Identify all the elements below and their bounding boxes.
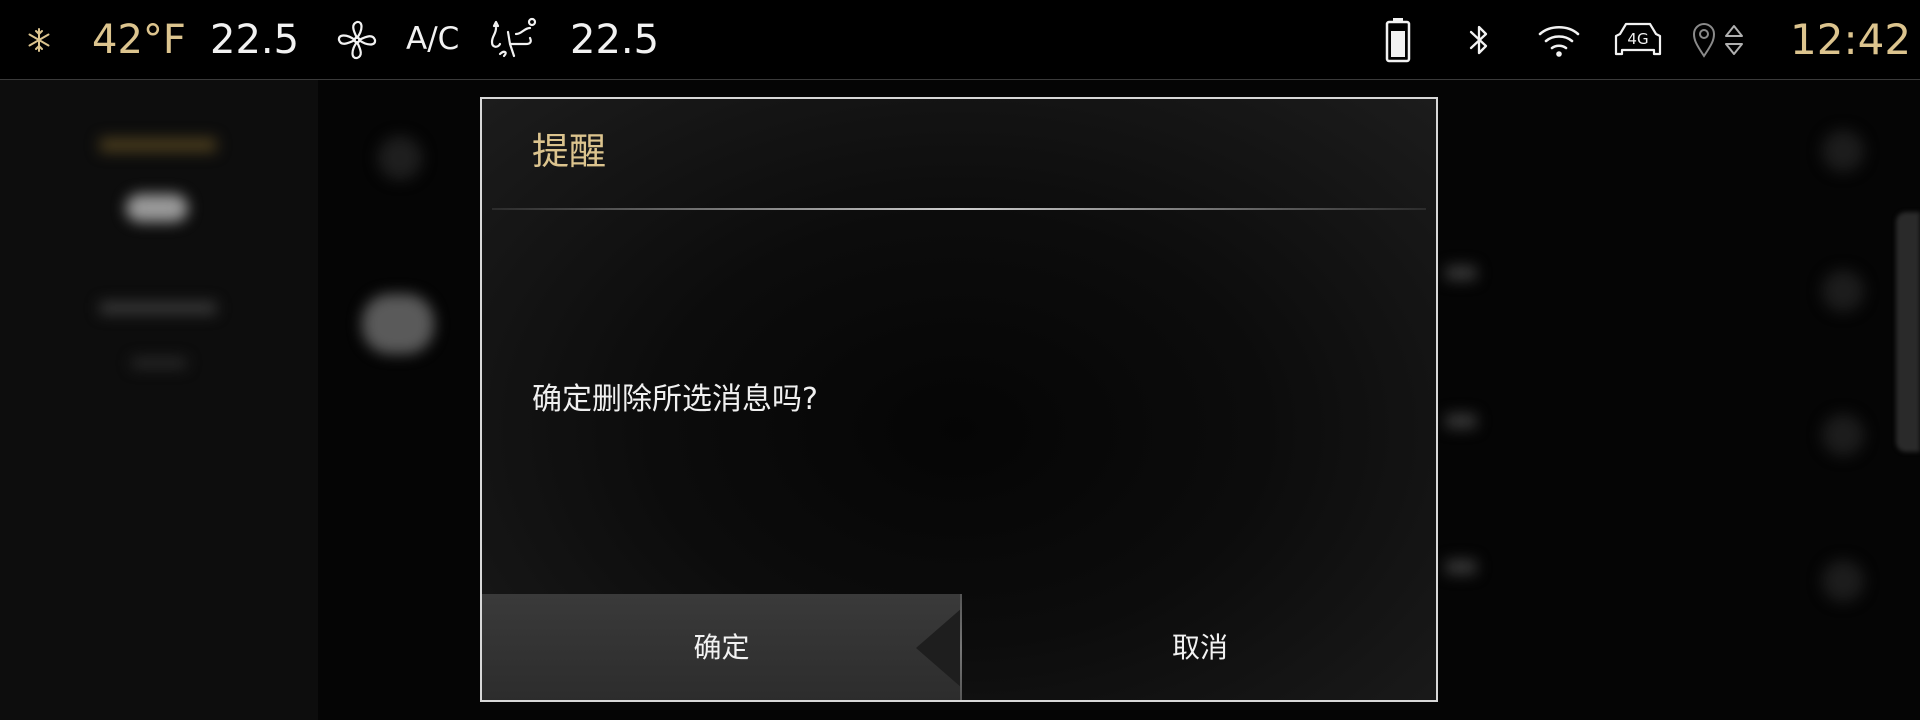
background-item [126, 194, 188, 222]
background-item [362, 294, 434, 354]
outside-temperature: 42°F [92, 16, 186, 63]
cancel-button[interactable]: 取消 [962, 594, 1436, 700]
seat-airflow-icon[interactable] [488, 0, 540, 79]
background-item [1822, 560, 1864, 602]
background-item [100, 138, 216, 152]
wifi-icon[interactable] [1536, 0, 1582, 79]
background-left-panel [0, 80, 318, 720]
ac-button[interactable]: A/C [406, 0, 459, 79]
left-zone-temperature[interactable]: 22.5 [210, 0, 299, 79]
cancel-button-label: 取消 [1171, 631, 1228, 664]
background-item [378, 136, 422, 180]
dialog-divider [492, 208, 1426, 210]
confirm-button-label: 确定 [693, 631, 750, 664]
screen: 42°F 22.5 A/C 22.5 4G 12:42 提醒 确定删除所选消息吗… [0, 0, 1920, 720]
background-item [1822, 270, 1864, 312]
background-item [1822, 130, 1864, 172]
confirm-button[interactable]: 确定 [482, 594, 961, 700]
background-item [1446, 266, 1476, 280]
status-bar: 42°F 22.5 A/C 22.5 4G 12:42 [0, 0, 1920, 80]
location-pin-icon[interactable] [1690, 0, 1746, 79]
fan-icon[interactable] [335, 0, 379, 79]
snowflake-icon[interactable] [26, 0, 52, 79]
bluetooth-icon[interactable] [1466, 0, 1492, 79]
clock: 12:42 [1790, 14, 1912, 64]
side-drawer-handle[interactable] [1896, 212, 1920, 452]
network-label: 4G [1627, 30, 1648, 48]
right-zone-temperature[interactable]: 22.5 [570, 0, 659, 79]
dialog-message: 确定删除所选消息吗? [532, 382, 818, 417]
confirm-delete-dialog: 提醒 确定删除所选消息吗? 确定 取消 [480, 97, 1438, 702]
background-item [1822, 414, 1864, 456]
background-item [1446, 560, 1476, 574]
background-item [100, 302, 216, 314]
background-item [1446, 414, 1476, 428]
dialog-title: 提醒 [532, 130, 606, 173]
selection-indicator [916, 608, 962, 688]
network-4g-icon: 4G [1612, 0, 1664, 79]
background-item [132, 358, 186, 368]
battery-icon [1385, 0, 1411, 79]
